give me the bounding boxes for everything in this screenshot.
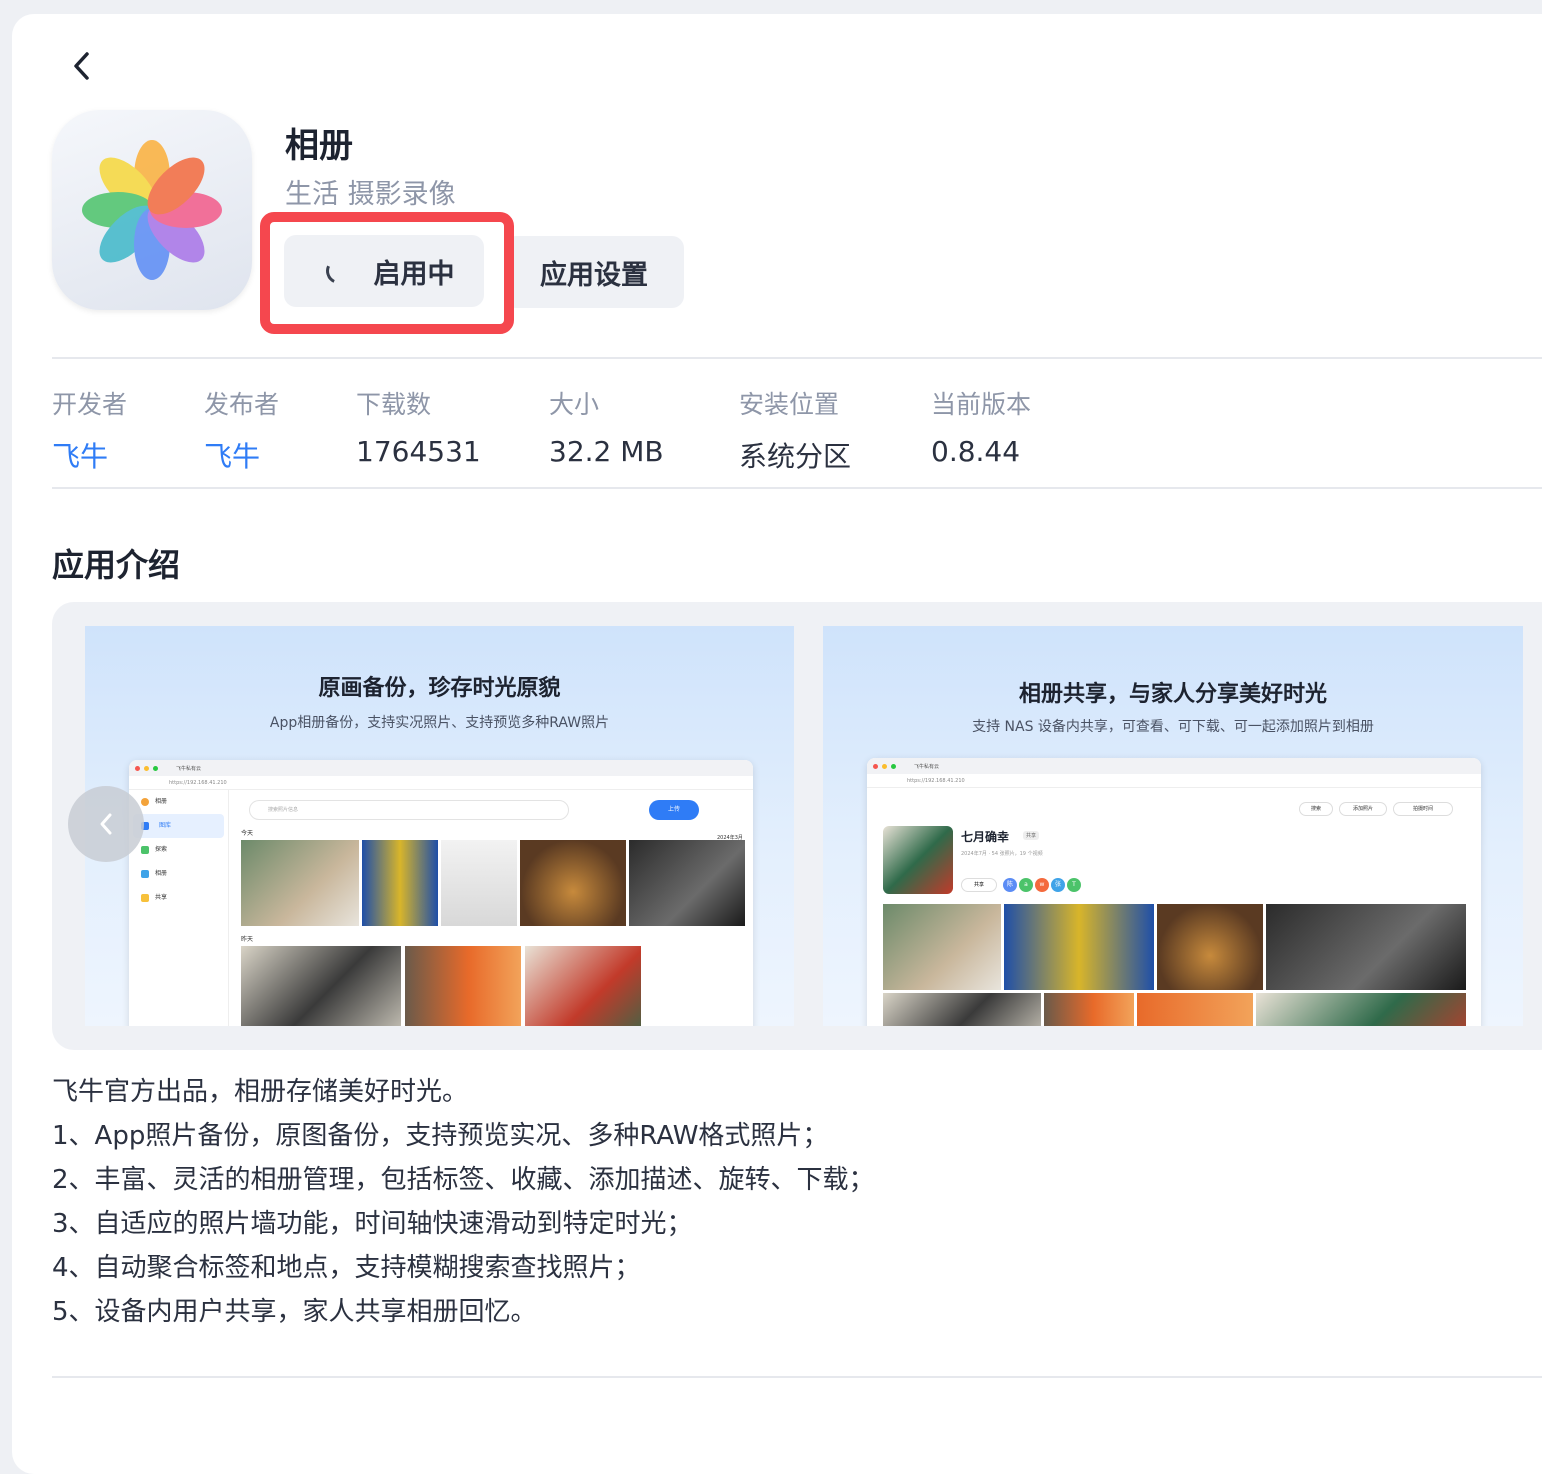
mock-nav-item: 相册 bbox=[129, 862, 228, 886]
meta-publisher: 发布者 飞牛 bbox=[204, 385, 279, 475]
photo-thumb bbox=[520, 840, 626, 926]
tab-bar: 飞牛私有云 bbox=[129, 760, 753, 776]
mock-album-name: 七月确幸 bbox=[961, 830, 1010, 844]
browser-window-mock: 飞牛私有云 https://192.168.41.210 搜索 添加照片 拍摄时… bbox=[867, 758, 1481, 1026]
divider-top bbox=[52, 357, 1542, 359]
chevron-left-icon bbox=[74, 52, 89, 80]
meta-label: 下载数 bbox=[356, 390, 432, 419]
screenshot-headline: 相册共享，与家人分享美好时光 bbox=[1018, 682, 1327, 707]
mock-add-photo-button: 添加照片 bbox=[1339, 802, 1387, 816]
meta-value: 系统分区 bbox=[739, 440, 852, 473]
screenshot-subline: 支持 NAS 设备内共享，可查看、可下载、可一起添加照片到相册 bbox=[972, 719, 1374, 735]
publisher-link[interactable]: 飞牛 bbox=[204, 435, 279, 475]
mock-member-avatars: 陈 a w 张 T bbox=[1003, 878, 1081, 892]
photo-thumb bbox=[1157, 904, 1263, 990]
screenshot-1[interactable]: 原画备份，珍存时光原貌 App相册备份，支持实况照片、支持预览多种RAW照片 飞… bbox=[85, 626, 794, 1026]
browser-window-mock: 飞牛私有云 https://192.168.41.210 相册 图库 探索 相册… bbox=[129, 760, 753, 1026]
meta-label: 当前版本 bbox=[931, 390, 1032, 419]
meta-install-location: 安装位置 系统分区 bbox=[739, 385, 851, 475]
divider-bottom bbox=[52, 1376, 1542, 1378]
mock-app-name: 相册 bbox=[129, 790, 228, 814]
divider-meta bbox=[52, 487, 1542, 489]
gallery-prev-button[interactable] bbox=[68, 786, 144, 862]
meta-value: 1764531 bbox=[356, 435, 481, 468]
mock-sidebar: 相册 图库 探索 相册 共享 bbox=[129, 790, 229, 1026]
album-cover bbox=[883, 826, 953, 894]
photo-thumb bbox=[441, 840, 517, 926]
photo-thumb bbox=[883, 993, 1041, 1026]
photo-thumb bbox=[1266, 904, 1466, 990]
photo-thumb bbox=[405, 946, 521, 1026]
mock-album-tag: 共享 bbox=[1023, 831, 1040, 840]
photo-thumb bbox=[883, 904, 1001, 990]
mock-search-button: 搜索 bbox=[1299, 802, 1333, 816]
description-line: 4、自动聚合标签和地点，支持模糊搜索查找照片； bbox=[52, 1253, 641, 1283]
meta-size: 大小 32.2 MB bbox=[549, 385, 664, 468]
mock-upload-button: 上传 bbox=[649, 800, 699, 820]
photo-thumb bbox=[1044, 993, 1134, 1026]
photo-thumb bbox=[1004, 904, 1154, 990]
tab-title: 飞牛私有云 bbox=[176, 765, 202, 772]
app-icon bbox=[52, 110, 252, 310]
intro-title: 应用介绍 bbox=[52, 546, 181, 584]
photo-thumb bbox=[241, 946, 401, 1026]
screenshot-2[interactable]: 相册共享，与家人分享美好时光 支持 NAS 设备内共享，可查看、可下载、可一起添… bbox=[823, 626, 1523, 1026]
meta-label: 发布者 bbox=[204, 390, 280, 419]
screenshot-subline: App相册备份，支持实况照片、支持预览多种RAW照片 bbox=[269, 715, 610, 731]
back-button[interactable] bbox=[64, 48, 100, 84]
mock-nav-item: 探索 bbox=[129, 838, 228, 862]
chevron-left-icon bbox=[100, 813, 112, 835]
meta-version: 当前版本 0.8.44 bbox=[931, 385, 1031, 468]
mock-nav-item: 图库 bbox=[133, 814, 224, 838]
meta-label: 开发者 bbox=[52, 390, 128, 419]
description-line: 5、设备内用户共享，家人共享相册回忆。 bbox=[52, 1297, 537, 1327]
meta-downloads: 下载数 1764531 bbox=[356, 385, 481, 468]
tab-title: 飞牛私有云 bbox=[914, 763, 940, 770]
mock-nav-item: 共享 bbox=[129, 886, 228, 910]
mock-search-input: 搜索照片信息 bbox=[249, 800, 569, 820]
mock-yesterday-label: 昨天 bbox=[241, 936, 254, 943]
highlight-box bbox=[260, 212, 514, 334]
developer-link[interactable]: 飞牛 bbox=[52, 435, 127, 475]
meta-developer: 开发者 飞牛 bbox=[52, 385, 127, 475]
meta-label: 安装位置 bbox=[739, 390, 840, 419]
description-line: 1、App照片备份，原图备份，支持预览实况、多种RAW格式照片； bbox=[52, 1121, 829, 1151]
url-bar: https://192.168.41.210 bbox=[129, 776, 753, 790]
meta-value: 32.2 MB bbox=[549, 435, 664, 468]
screenshot-headline: 原画备份，珍存时光原貌 bbox=[318, 676, 561, 701]
mock-album-info: 2024年7月 · 54 张照片，19 个视频 bbox=[961, 851, 1043, 857]
url-bar: https://192.168.41.210 bbox=[867, 774, 1481, 788]
photo-thumb bbox=[1137, 993, 1253, 1026]
app-settings-button[interactable]: 应用设置 bbox=[504, 236, 684, 308]
meta-value: 0.8.44 bbox=[931, 435, 1021, 468]
mock-sort-select: 拍摄时间 bbox=[1393, 802, 1453, 816]
photos-flower-icon bbox=[82, 140, 222, 280]
app-category: 生活 摄影录像 bbox=[285, 179, 456, 210]
photo-thumb bbox=[1256, 993, 1466, 1026]
app-title: 相册 bbox=[285, 126, 353, 166]
meta-label: 大小 bbox=[549, 390, 600, 419]
tab-bar: 飞牛私有云 bbox=[867, 758, 1481, 774]
photo-thumb bbox=[525, 946, 641, 1026]
photo-thumb bbox=[629, 840, 745, 926]
app-description: 飞牛官方出品，相册存储美好时光。 1、App照片备份，原图备份，支持预览实况、多… bbox=[52, 1070, 875, 1334]
description-line: 3、自适应的照片墙功能，时间轴快速滑动到特定时光； bbox=[52, 1209, 693, 1239]
screenshot-gallery[interactable]: 原画备份，珍存时光原貌 App相册备份，支持实况照片、支持预览多种RAW照片 飞… bbox=[52, 602, 1542, 1050]
mock-today-label: 今天 bbox=[241, 830, 254, 837]
photo-thumb bbox=[362, 840, 438, 926]
mock-share-button: 共享 bbox=[961, 878, 997, 892]
photo-thumb bbox=[241, 840, 359, 926]
description-line: 飞牛官方出品，相册存储美好时光。 bbox=[52, 1077, 469, 1107]
description-line: 2、丰富、灵活的相册管理，包括标签、收藏、添加描述、旋转、下载； bbox=[52, 1165, 875, 1195]
